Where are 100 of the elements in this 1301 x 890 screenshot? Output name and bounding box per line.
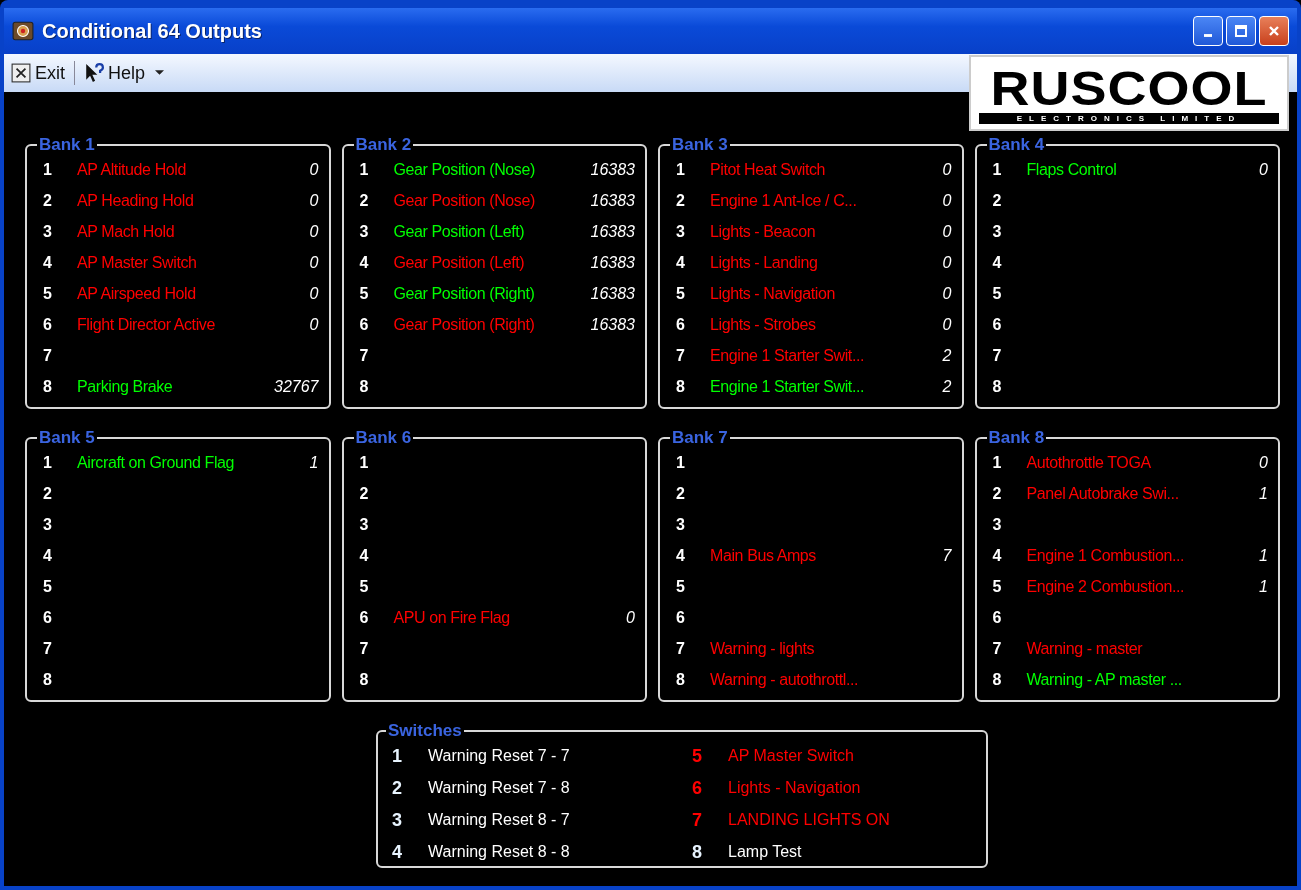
output-value: 0 (626, 608, 635, 627)
output-number: 6 (359, 608, 370, 627)
output-number: 8 (676, 377, 686, 396)
switch-label: Warning Reset 7 - 7 (428, 747, 570, 765)
output-number: 5 (676, 284, 686, 303)
output-value: 0 (1259, 160, 1268, 179)
switch-label: Lamp Test (728, 843, 802, 861)
output-number: 1 (43, 453, 53, 472)
switches-title: Switches (387, 722, 463, 740)
output-value: 16383 (590, 315, 635, 334)
output-label: Gear Position (Left) (393, 222, 526, 241)
switch-number: 7 (692, 809, 703, 831)
minimize-icon (1204, 33, 1212, 37)
output-number: 2 (676, 191, 686, 210)
output-number: 3 (676, 515, 686, 534)
logo-name: RUSCOOL (990, 65, 1268, 110)
output-number: 6 (676, 315, 686, 334)
help-icon (84, 63, 104, 83)
bank-title: Bank 8 (987, 429, 1046, 447)
output-number: 3 (359, 222, 370, 241)
output-number: 1 (992, 453, 1003, 472)
minimize-button[interactable] (1193, 16, 1223, 46)
output-number: 1 (359, 453, 370, 472)
output-number: 7 (359, 346, 370, 365)
maximize-button[interactable] (1226, 16, 1256, 46)
switch-number: 6 (692, 777, 703, 799)
output-label: Gear Position (Nose) (393, 160, 536, 179)
output-label: Engine 2 Combustion... (1026, 577, 1186, 596)
window-title: Conditional 64 Outputs (42, 19, 262, 43)
output-number: 5 (43, 577, 53, 596)
switch-label: Lights - Navigation (728, 779, 861, 797)
output-value: 0 (309, 284, 319, 303)
output-number: 6 (676, 608, 686, 627)
exit-button[interactable]: Exit (8, 60, 68, 86)
output-number: 4 (43, 253, 53, 272)
output-number: 4 (992, 546, 1003, 565)
help-button[interactable]: Help (81, 60, 168, 86)
bank-title: Bank 7 (671, 429, 729, 447)
app-icon (12, 20, 34, 42)
output-value: 16383 (590, 253, 635, 272)
output-number: 2 (676, 484, 686, 503)
close-button[interactable] (1259, 16, 1289, 46)
output-value: 1 (1259, 577, 1268, 596)
output-number: 6 (43, 315, 53, 334)
output-value: 1 (309, 453, 319, 472)
output-value: 2 (942, 346, 952, 365)
output-number: 8 (359, 670, 370, 689)
output-value: 0 (1259, 453, 1268, 472)
output-label: Gear Position (Right) (393, 315, 536, 334)
output-value: 0 (309, 160, 319, 179)
output-number: 2 (359, 484, 370, 503)
output-label: Lights - Landing (710, 253, 819, 272)
output-label: Engine 1 Ant-Ice / C... (710, 191, 858, 210)
output-label: Lights - Strobes (710, 315, 817, 334)
output-number: 5 (992, 284, 1003, 303)
logo-subtitle: ELECTRONICS LIMITED (979, 112, 1279, 124)
output-number: 5 (359, 284, 370, 303)
output-label: AP Airspeed Hold (77, 284, 197, 303)
output-value: 0 (942, 191, 952, 210)
output-value: 32767 (274, 377, 319, 396)
caret-icon (155, 70, 165, 76)
output-value: 16383 (590, 160, 635, 179)
switch-number: 5 (692, 745, 703, 767)
output-number: 4 (992, 253, 1003, 272)
output-number: 4 (43, 546, 53, 565)
output-label: Gear Position (Left) (393, 253, 526, 272)
output-number: 8 (43, 670, 53, 689)
output-number: 2 (43, 191, 53, 210)
output-number: 8 (359, 377, 370, 396)
output-number: 7 (676, 346, 686, 365)
output-number: 2 (992, 191, 1003, 210)
output-label: Pitot Heat Switch (710, 160, 827, 179)
output-label: Lights - Navigation (710, 284, 836, 303)
output-number: 4 (676, 253, 686, 272)
output-number: 7 (992, 346, 1003, 365)
switch-label: AP Master Switch (728, 747, 854, 765)
output-number: 4 (359, 546, 370, 565)
maximize-icon (1234, 24, 1248, 38)
output-label: Warning - autothrottl... (710, 670, 860, 689)
switch-number: 8 (692, 841, 703, 863)
output-value: 0 (309, 253, 319, 272)
output-number: 6 (43, 608, 53, 627)
output-label: Panel Autobrake Swi... (1026, 484, 1180, 503)
output-number: 1 (992, 160, 1003, 179)
close-icon (1267, 24, 1281, 38)
output-number: 3 (43, 222, 53, 241)
output-number: 7 (676, 639, 686, 658)
output-label: Engine 1 Starter Swit... (710, 377, 866, 396)
output-label: Engine 1 Combustion... (1026, 546, 1186, 565)
output-label: AP Heading Hold (77, 191, 195, 210)
output-number: 2 (359, 191, 370, 210)
switch-number: 3 (392, 809, 403, 831)
output-number: 8 (992, 377, 1003, 396)
bank-title: Bank 4 (987, 136, 1046, 154)
output-value: 16383 (590, 284, 635, 303)
output-label: Engine 1 Starter Swit... (710, 346, 866, 365)
switch-label: Warning Reset 7 - 8 (428, 779, 570, 797)
output-label: Autothrottle TOGA (1026, 453, 1152, 472)
output-number: 1 (359, 160, 370, 179)
output-value: 1 (1259, 484, 1268, 503)
